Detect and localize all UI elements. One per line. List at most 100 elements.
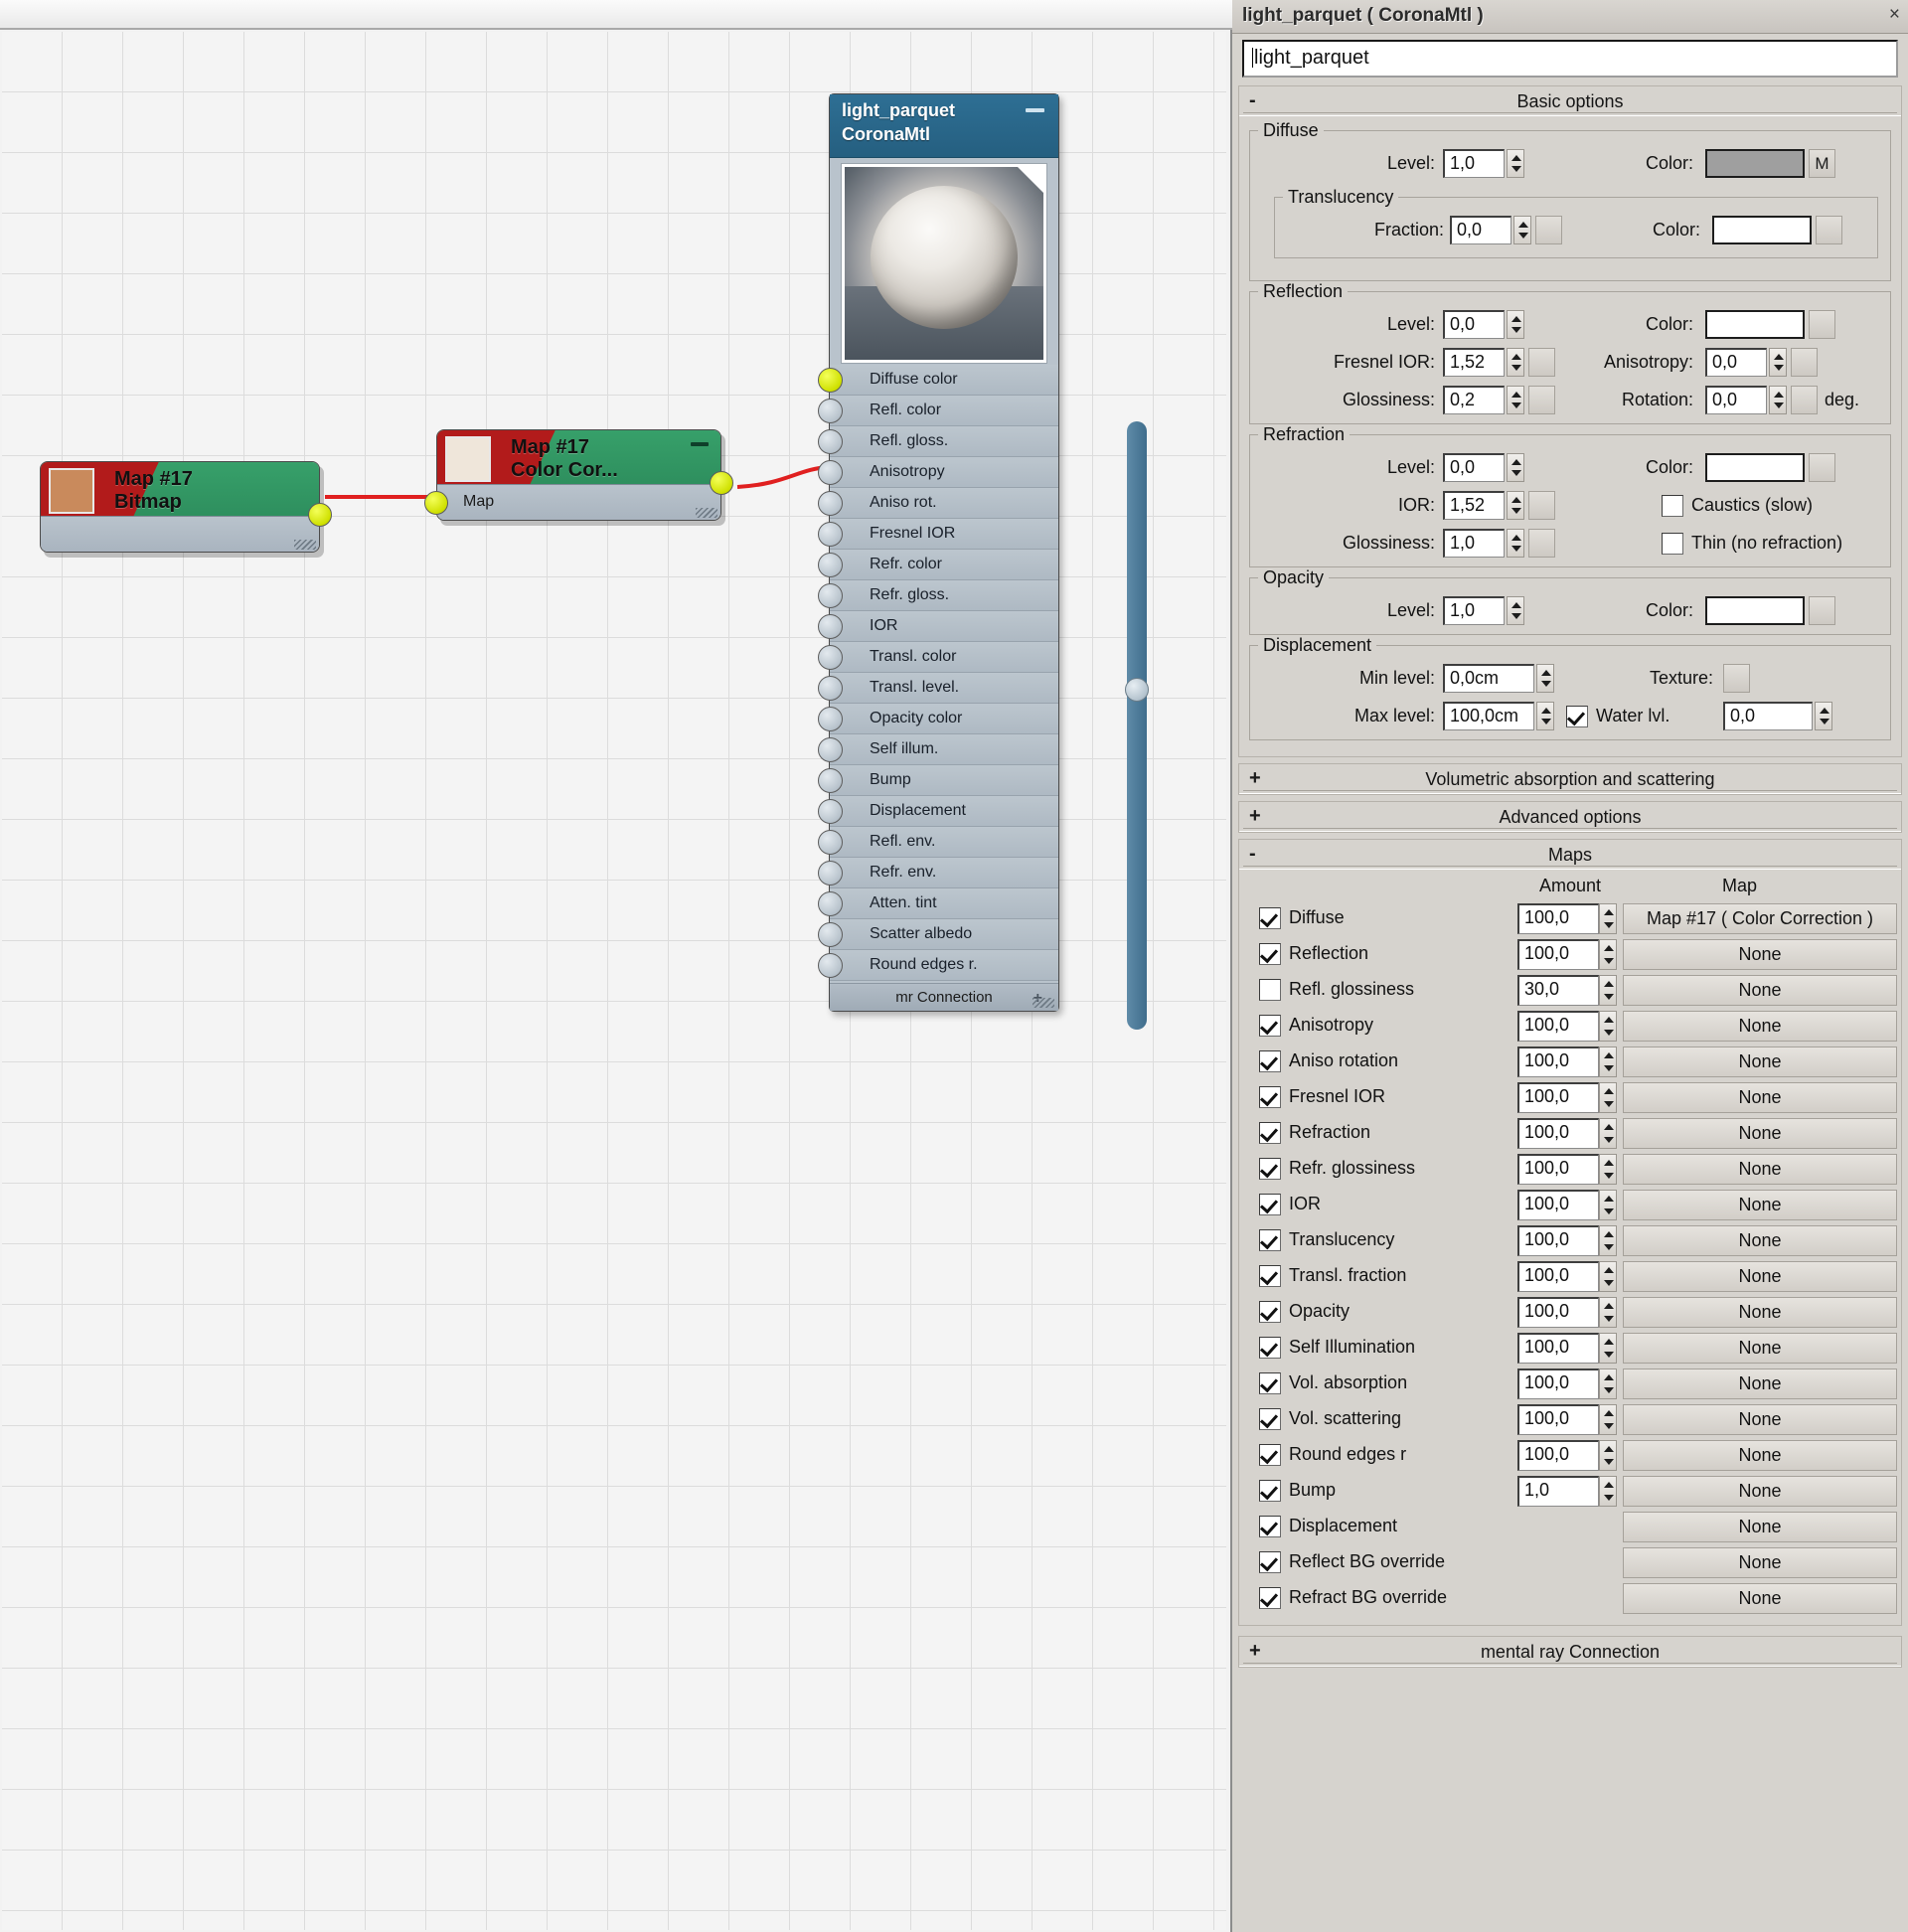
- rotation-spinner[interactable]: [1769, 386, 1787, 414]
- refraction-level-input[interactable]: 0,0: [1443, 453, 1505, 482]
- map-slot-button[interactable]: None: [1623, 975, 1897, 1006]
- material-slot[interactable]: Displacement: [818, 796, 1058, 827]
- collapse-icon[interactable]: [1026, 108, 1044, 112]
- material-slot[interactable]: IOR: [818, 611, 1058, 642]
- node-material[interactable]: light_parquet CoronaMtl Diffuse color Ref…: [818, 93, 1059, 1012]
- rollout-advanced[interactable]: + Advanced options: [1238, 801, 1902, 833]
- map-amount-input[interactable]: 100,0: [1517, 1261, 1599, 1292]
- map-slot-button[interactable]: None: [1623, 1368, 1897, 1399]
- min-level-input[interactable]: 0,0cm: [1443, 664, 1534, 693]
- slot-socket[interactable]: [818, 830, 843, 855]
- map-amount-input[interactable]: 100,0: [1517, 1011, 1599, 1042]
- material-slot[interactable]: Refl. env.: [818, 827, 1058, 858]
- map-slot-button[interactable]: None: [1623, 939, 1897, 970]
- material-name-input[interactable]: light_parquet: [1242, 40, 1898, 78]
- max-level-spinner[interactable]: [1536, 702, 1554, 730]
- map-enable-checkbox[interactable]: [1259, 979, 1281, 1001]
- map-amount-spinner[interactable]: [1599, 1082, 1617, 1113]
- map-amount-input[interactable]: 100,0: [1517, 1404, 1599, 1435]
- parameters-scroll-area[interactable]: - Basic options Diffuse Level: 1,0 Color…: [1238, 85, 1902, 1924]
- displacement-texture-map-button[interactable]: [1723, 664, 1750, 693]
- map-amount-spinner[interactable]: [1599, 1333, 1617, 1364]
- refraction-glossiness-spinner[interactable]: [1507, 529, 1524, 558]
- map-amount-spinner[interactable]: [1599, 1225, 1617, 1256]
- resize-grip[interactable]: [294, 540, 316, 550]
- map-slot-button[interactable]: None: [1623, 1512, 1897, 1542]
- map-amount-spinner[interactable]: [1599, 939, 1617, 970]
- material-slot[interactable]: Refr. color: [818, 550, 1058, 580]
- material-slot[interactable]: Transl. color: [818, 642, 1058, 673]
- collapse-icon[interactable]: [691, 442, 709, 446]
- cc-node-box[interactable]: Map #17 Color Cor... Map: [436, 429, 721, 521]
- refraction-color-map-button[interactable]: [1809, 453, 1835, 482]
- slot-socket[interactable]: [818, 861, 843, 886]
- map-enable-checkbox[interactable]: [1259, 1265, 1281, 1287]
- map-enable-checkbox[interactable]: [1259, 1587, 1281, 1609]
- map-enable-checkbox[interactable]: [1259, 1372, 1281, 1394]
- material-slot[interactable]: Atten. tint: [818, 888, 1058, 919]
- bitmap-output-socket[interactable]: [308, 503, 332, 527]
- diffuse-color-swatch[interactable]: [1705, 149, 1805, 178]
- reflection-glossiness-spinner[interactable]: [1507, 386, 1524, 414]
- node-bitmap[interactable]: Map #17 Bitmap: [40, 461, 332, 558]
- map-enable-checkbox[interactable]: [1259, 1086, 1281, 1108]
- refraction-ior-input[interactable]: 1,52: [1443, 491, 1505, 520]
- map-enable-checkbox[interactable]: [1259, 1158, 1281, 1180]
- rollout-mental-ray[interactable]: + mental ray Connection: [1238, 1636, 1902, 1668]
- map-slot-button[interactable]: None: [1623, 1440, 1897, 1471]
- map-slot-button[interactable]: None: [1623, 1011, 1897, 1042]
- slot-socket[interactable]: [818, 676, 843, 701]
- slot-socket[interactable]: [818, 922, 843, 947]
- water-level-input[interactable]: 0,0: [1723, 702, 1813, 730]
- map-amount-input[interactable]: 1,0: [1517, 1476, 1599, 1507]
- slot-socket[interactable]: [818, 491, 843, 516]
- node-scrollbar[interactable]: [1127, 421, 1147, 1030]
- map-slot-button[interactable]: None: [1623, 1046, 1897, 1077]
- opacity-color-map-button[interactable]: [1809, 596, 1835, 625]
- water-level-spinner[interactable]: [1815, 702, 1832, 730]
- map-slot-button[interactable]: None: [1623, 1404, 1897, 1435]
- map-amount-spinner[interactable]: [1599, 1404, 1617, 1435]
- fresnel-ior-input[interactable]: 1,52: [1443, 348, 1505, 377]
- map-enable-checkbox[interactable]: [1259, 1229, 1281, 1251]
- reflection-level-input[interactable]: 0,0: [1443, 310, 1505, 339]
- slot-socket[interactable]: [818, 891, 843, 916]
- slot-socket[interactable]: [818, 583, 843, 608]
- map-slot-button[interactable]: Map #17 ( Color Correction ): [1623, 903, 1897, 934]
- slot-socket[interactable]: [818, 368, 843, 393]
- rollout-basic-options-header[interactable]: - Basic options: [1239, 86, 1901, 116]
- rotation-map-button[interactable]: [1791, 386, 1818, 414]
- water-level-checkbox[interactable]: [1566, 706, 1588, 727]
- map-amount-input[interactable]: 100,0: [1517, 1440, 1599, 1471]
- map-amount-input[interactable]: 100,0: [1517, 1082, 1599, 1113]
- map-enable-checkbox[interactable]: [1259, 943, 1281, 965]
- map-slot-button[interactable]: None: [1623, 1583, 1897, 1614]
- map-slot-button[interactable]: None: [1623, 1225, 1897, 1256]
- cc-output-socket[interactable]: [710, 471, 733, 495]
- slot-socket[interactable]: [818, 737, 843, 762]
- diffuse-level-input[interactable]: 1,0: [1443, 149, 1505, 178]
- map-slot-button[interactable]: None: [1623, 1190, 1897, 1220]
- graph-canvas[interactable]: Map #17 Bitmap Map #17 Color Cor... Map …: [2, 32, 1226, 1930]
- map-amount-spinner[interactable]: [1599, 1190, 1617, 1220]
- map-enable-checkbox[interactable]: [1259, 1122, 1281, 1144]
- opacity-color-swatch[interactable]: [1705, 596, 1805, 625]
- material-slot[interactable]: Round edges r.: [818, 950, 1058, 981]
- refraction-level-spinner[interactable]: [1507, 453, 1524, 482]
- refraction-glossiness-input[interactable]: 1,0: [1443, 529, 1505, 558]
- map-slot-button[interactable]: None: [1623, 1261, 1897, 1292]
- map-amount-spinner[interactable]: [1599, 1046, 1617, 1077]
- slot-socket[interactable]: [818, 399, 843, 423]
- map-slot-button[interactable]: None: [1623, 1154, 1897, 1185]
- resize-grip[interactable]: [1033, 998, 1054, 1008]
- map-slot-button[interactable]: None: [1623, 1333, 1897, 1364]
- reflection-color-map-button[interactable]: [1809, 310, 1835, 339]
- material-slot[interactable]: Self illum.: [818, 734, 1058, 765]
- map-amount-input[interactable]: 100,0: [1517, 1368, 1599, 1399]
- material-slot[interactable]: Opacity color: [818, 704, 1058, 734]
- material-slot[interactable]: Refr. env.: [818, 858, 1058, 888]
- material-slot[interactable]: Anisotropy: [818, 457, 1058, 488]
- slot-socket[interactable]: [818, 799, 843, 824]
- reflection-color-swatch[interactable]: [1705, 310, 1805, 339]
- map-enable-checkbox[interactable]: [1259, 1050, 1281, 1072]
